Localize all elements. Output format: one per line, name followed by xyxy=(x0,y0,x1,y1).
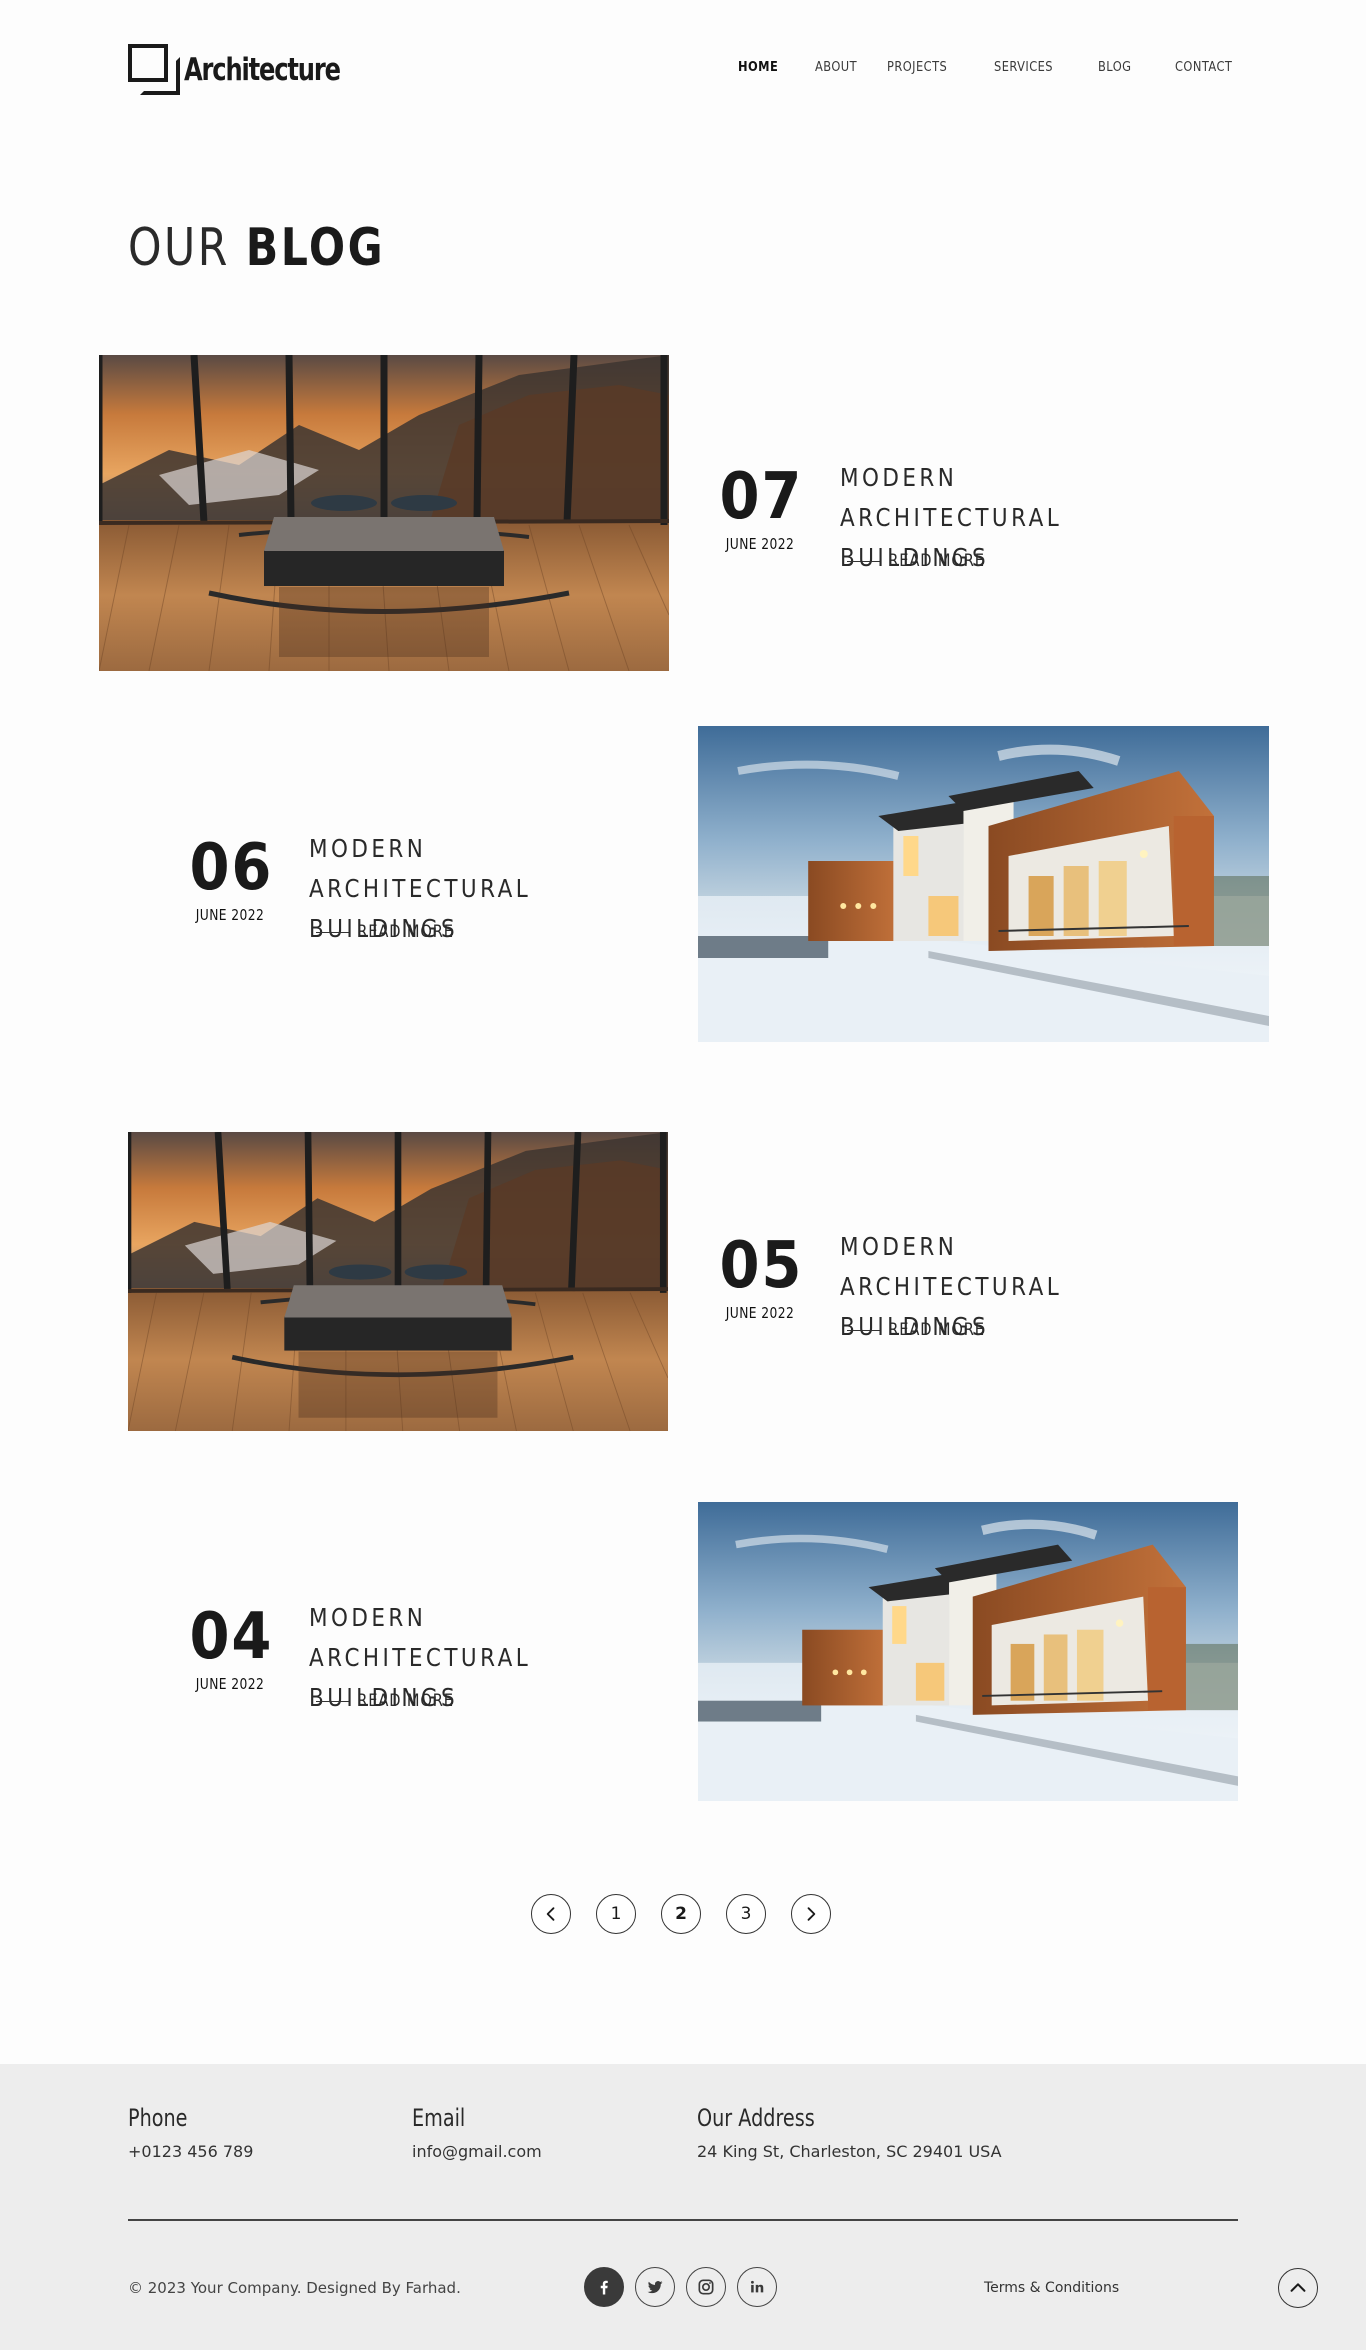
nav-services[interactable]: SERVICES xyxy=(994,60,1053,75)
post-2-month: JUNE 2022 xyxy=(195,906,265,924)
read-more-label: READ MORE xyxy=(357,922,454,942)
page-title: OUR BLOG xyxy=(128,218,385,278)
footer-address: Our Address 24 King St, Charleston, SC 2… xyxy=(697,2104,1002,2161)
read-more-label: READ MORE xyxy=(357,1691,454,1711)
post-3-read-more[interactable]: READ MORE xyxy=(847,1320,985,1340)
site-header: Architecture HOME ABOUT PROJECTS SERVICE… xyxy=(0,0,1366,140)
facebook-icon[interactable] xyxy=(584,2267,624,2307)
post-3-image[interactable] xyxy=(128,1132,668,1431)
post-4-day: 04 xyxy=(189,1600,274,1674)
post-3-month: JUNE 2022 xyxy=(725,1304,795,1322)
terms-link[interactable]: Terms & Conditions xyxy=(984,2280,1119,2296)
page-1-button[interactable]: 1 xyxy=(596,1894,636,1934)
copyright-text: © 2023 Your Company. Designed By Farhad. xyxy=(128,2279,461,2297)
footer-email: Email info@gmail.com xyxy=(412,2104,542,2161)
twitter-icon[interactable] xyxy=(635,2267,675,2307)
read-more-label: READ MORE xyxy=(888,551,985,571)
chevron-up-icon xyxy=(1287,2277,1309,2299)
logo-squares-icon xyxy=(128,44,182,96)
pagination-next-button[interactable] xyxy=(791,1894,831,1934)
footer-email-value[interactable]: info@gmail.com xyxy=(412,2142,542,2161)
nav-contact[interactable]: CONTACT xyxy=(1175,60,1232,75)
footer-phone-label: Phone xyxy=(128,2104,188,2132)
page-3-button[interactable]: 3 xyxy=(726,1894,766,1934)
page-2-button[interactable]: 2 xyxy=(661,1894,701,1934)
site-logo[interactable]: Architecture xyxy=(128,44,384,96)
pagination-prev-button[interactable] xyxy=(531,1894,571,1934)
nav-home[interactable]: HOME xyxy=(738,60,778,75)
post-1-month: JUNE 2022 xyxy=(725,535,795,553)
footer-email-label: Email xyxy=(412,2104,466,2132)
page-title-light: OUR xyxy=(128,218,230,278)
post-4-month: JUNE 2022 xyxy=(195,1675,265,1693)
footer-divider xyxy=(128,2219,1238,2221)
chevron-left-icon xyxy=(541,1904,561,1924)
post-2-date: 06 JUNE 2022 xyxy=(185,836,275,924)
post-2-read-more[interactable]: READ MORE xyxy=(316,922,454,942)
post-1-day: 07 xyxy=(719,460,804,534)
back-to-top-button[interactable] xyxy=(1278,2268,1318,2308)
nav-blog[interactable]: BLOG xyxy=(1098,60,1131,75)
post-2-day: 06 xyxy=(189,831,274,905)
read-more-label: READ MORE xyxy=(888,1320,985,1340)
footer-phone-value[interactable]: +0123 456 789 xyxy=(128,2142,253,2161)
site-footer: Phone +0123 456 789 Email info@gmail.com… xyxy=(0,2064,1366,2350)
post-3-date: 05 JUNE 2022 xyxy=(715,1234,805,1322)
post-1-image[interactable] xyxy=(99,355,669,671)
footer-phone: Phone +0123 456 789 xyxy=(128,2104,253,2161)
post-4-read-more[interactable]: READ MORE xyxy=(316,1691,454,1711)
post-1-date: 07 JUNE 2022 xyxy=(715,465,805,553)
page-title-bold: BLOG xyxy=(245,218,386,278)
instagram-icon[interactable] xyxy=(686,2267,726,2307)
linkedin-icon[interactable] xyxy=(737,2267,777,2307)
post-3-day: 05 xyxy=(719,1229,804,1303)
post-4-image[interactable] xyxy=(698,1502,1238,1801)
nav-projects[interactable]: PROJECTS xyxy=(887,60,947,75)
post-1-read-more[interactable]: READ MORE xyxy=(847,551,985,571)
post-2-image[interactable] xyxy=(698,726,1269,1042)
footer-address-label: Our Address xyxy=(697,2104,815,2132)
footer-address-value: 24 King St, Charleston, SC 29401 USA xyxy=(697,2142,1002,2161)
post-4-date: 04 JUNE 2022 xyxy=(185,1605,275,1693)
chevron-right-icon xyxy=(801,1904,821,1924)
logo-text: Architecture xyxy=(184,52,341,88)
nav-about[interactable]: ABOUT xyxy=(815,60,857,75)
